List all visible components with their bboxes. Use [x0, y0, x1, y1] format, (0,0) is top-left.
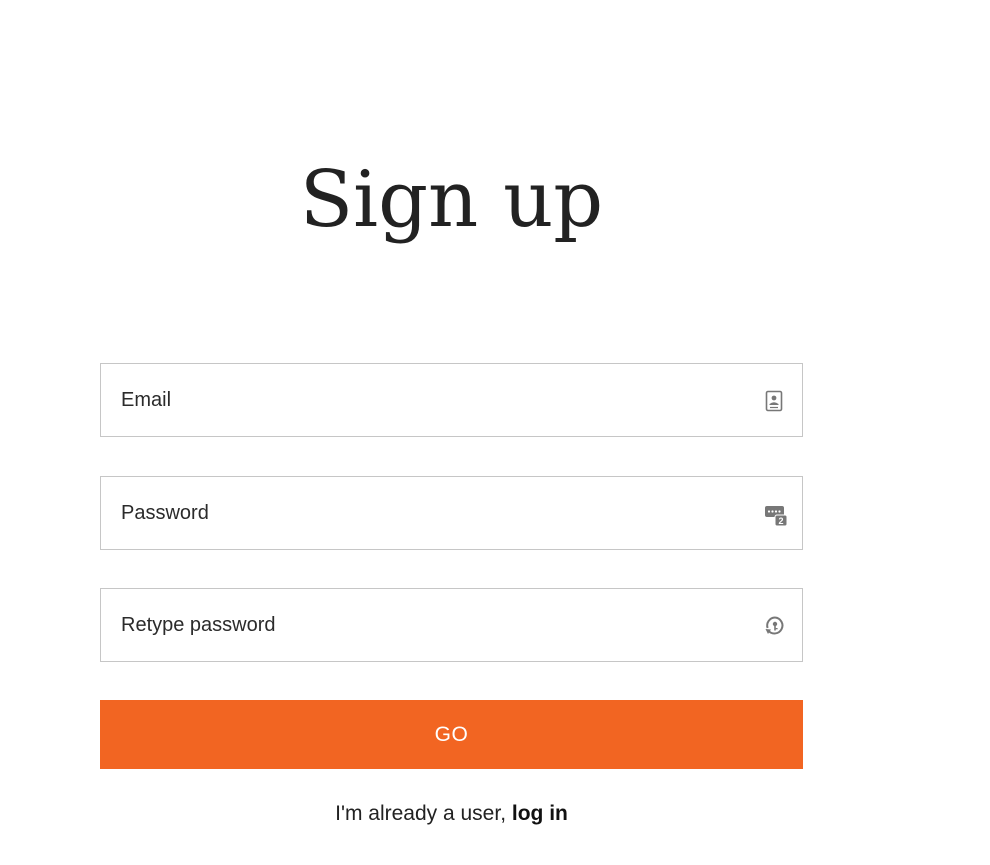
password-field-container: 2	[100, 476, 803, 550]
login-link[interactable]: log in	[512, 802, 568, 825]
email-field-container	[100, 363, 803, 437]
svg-text:2: 2	[778, 516, 783, 526]
retype-password-field[interactable]	[101, 589, 802, 661]
password-field[interactable]	[101, 477, 802, 549]
login-prompt-text: I'm already a user,	[335, 802, 512, 825]
password-keyboard-icon[interactable]: 2	[764, 503, 788, 527]
go-button[interactable]: GO	[100, 700, 803, 769]
page-title: Sign up	[299, 155, 604, 245]
key-refresh-icon[interactable]	[764, 615, 784, 637]
retype-password-field-container	[100, 588, 803, 662]
login-prompt: I'm already a user, log in	[100, 802, 803, 826]
email-field[interactable]	[101, 364, 802, 436]
contact-card-icon[interactable]	[764, 390, 784, 412]
